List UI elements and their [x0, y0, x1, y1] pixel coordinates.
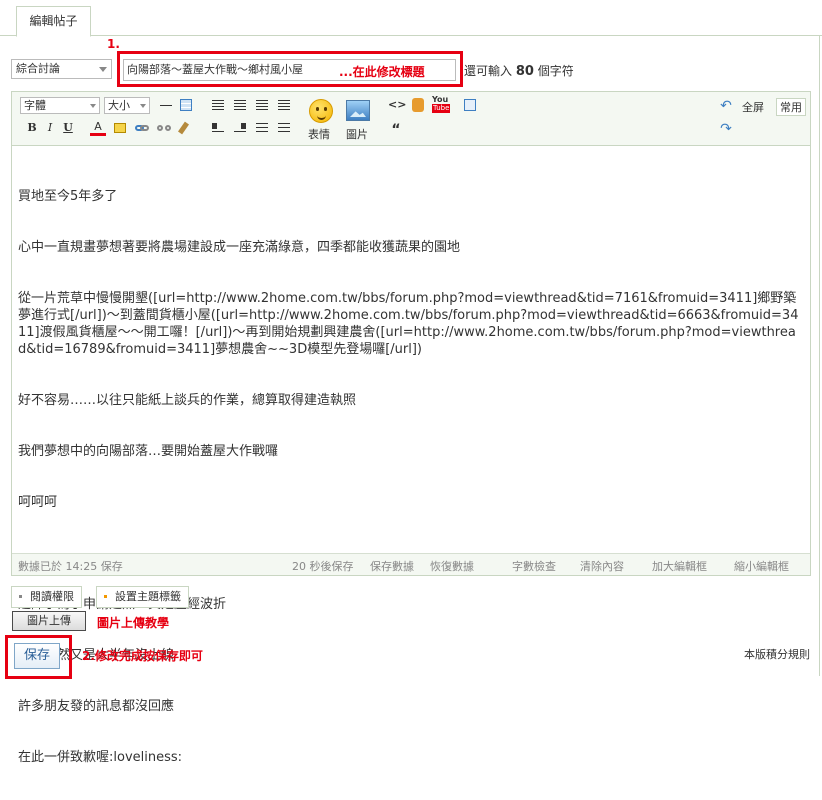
chevron-down-icon [99, 67, 107, 72]
float-right-icon[interactable] [232, 120, 248, 136]
flash-icon[interactable] [462, 97, 478, 113]
upload-tutorial-link[interactable]: 圖片上傳教學 [97, 614, 169, 631]
image-label: 圖片 [346, 128, 368, 141]
font-size-select[interactable]: 大小 [104, 97, 150, 114]
code-button[interactable]: <> [388, 97, 406, 113]
shrink-editor-link[interactable]: 縮小編輯框 [734, 558, 789, 574]
remaining-prefix: 還可輸入 [464, 64, 513, 78]
common-button[interactable]: 常用 [776, 98, 806, 116]
saved-status: 數據已於 14:25 保存 [18, 560, 123, 573]
bullet-icon [19, 595, 22, 598]
image-icon[interactable] [346, 100, 370, 121]
restore-data-link[interactable]: 恢復數據 [430, 558, 474, 574]
bullet-icon [104, 595, 107, 598]
step1-annotation: 1. [107, 37, 120, 51]
save-button[interactable]: 保存 [14, 643, 60, 669]
font-select-label: 字體 [24, 99, 46, 112]
fullscreen-button[interactable]: 全屏 [742, 99, 764, 115]
editor-toolbar: 字體 大小 B I U A 表情 圖片 <> You Tube “ ↶ 全屏 常… [12, 92, 810, 146]
content-line: 心中一直規畫夢想著要將農場建設成一座充滿綠意，四季都能收獲蔬果的園地 [18, 240, 461, 255]
category-select[interactable]: 綜合討論 [11, 59, 112, 79]
tab-bar: 編輯帖子 [0, 0, 822, 37]
enlarge-editor-link[interactable]: 加大編輯框 [652, 558, 707, 574]
remaining-count: 80 [515, 64, 534, 79]
emoji-icon[interactable] [309, 99, 333, 123]
content-line: 從一片荒草中慢慢開墾([url=http://www.2home.com.tw/… [18, 291, 799, 357]
quote-button[interactable]: “ [388, 122, 404, 138]
autosave-countdown: 20 秒後保存 [292, 560, 354, 573]
content-line: 買地至今5年多了 [18, 189, 118, 204]
align-right-icon[interactable] [254, 97, 270, 113]
content-line: 我們夢想中的向陽部落…要開始蓋屋大作戰囉 [18, 444, 279, 459]
tab-edit-post[interactable]: 編輯帖子 [16, 6, 91, 37]
youtube-icon[interactable]: You Tube [432, 95, 452, 115]
content-line: 呵呵呵 [18, 495, 58, 510]
content-line: 許多朋友發的訊息都沒回應 [18, 699, 175, 714]
horizontal-rule-icon[interactable] [158, 97, 174, 113]
remaining-suffix: 個字符 [537, 64, 574, 78]
emoji-label: 表情 [308, 128, 330, 141]
underline-button[interactable]: U [60, 120, 76, 136]
size-select-label: 大小 [108, 99, 130, 112]
set-tag-label: 設置主題標籤 [115, 590, 181, 603]
forum-rules-link[interactable]: 本版積分規則 [744, 646, 810, 662]
youtube-you: You [432, 95, 449, 104]
unordered-list-icon[interactable] [276, 120, 292, 136]
post-editor: 字體 大小 B I U A 表情 圖片 <> You Tube “ ↶ 全屏 常… [11, 91, 811, 765]
bold-button[interactable]: B [24, 120, 40, 136]
set-tag-button[interactable]: 設置主題標籤 [96, 586, 189, 608]
font-family-select[interactable]: 字體 [20, 97, 100, 114]
align-center-icon[interactable] [232, 97, 248, 113]
free-icon[interactable] [410, 97, 426, 113]
read-permission-label: 閱讀權限 [30, 590, 74, 603]
align-justify-icon[interactable] [276, 97, 292, 113]
chevron-down-icon [140, 104, 146, 108]
remaining-chars: 還可輸入 80 個字符 [464, 62, 574, 79]
editor-statusbar: 數據已於 14:25 保存 20 秒後保存 保存數據 恢復數據 字數檢查 清除內… [12, 553, 810, 575]
category-selected: 綜合討論 [16, 62, 60, 75]
ordered-list-icon[interactable] [254, 120, 270, 136]
post-content[interactable]: 買地至今5年多了 心中一直規畫夢想著要將農場建設成一座充滿綠意，四季都能收獲蔬果… [18, 154, 803, 800]
save-data-link[interactable]: 保存數據 [370, 558, 414, 574]
float-left-icon[interactable] [210, 120, 226, 136]
content-line: 在此一併致歉喔:loveliness: [18, 750, 183, 765]
read-permission-button[interactable]: 閱讀權限 [11, 586, 82, 608]
font-color-button[interactable]: A [90, 120, 106, 136]
right-border [819, 36, 820, 676]
youtube-tube: Tube [432, 104, 451, 113]
content-line: 好不容易……以往只能紙上談兵的作業，總算取得建造執照 [18, 393, 357, 408]
image-upload-button[interactable]: 圖片上傳 [12, 611, 86, 631]
word-check-link[interactable]: 字數檢查 [512, 558, 556, 574]
unlink-icon[interactable] [156, 120, 172, 136]
highlight-icon[interactable] [112, 120, 128, 136]
redo-icon[interactable]: ↷ [718, 121, 734, 137]
clear-format-icon[interactable] [178, 120, 194, 136]
clear-content-link[interactable]: 清除內容 [580, 558, 624, 574]
step2-annotation: 2.修改完成按保存即可 [82, 649, 203, 663]
link-icon[interactable] [134, 120, 150, 136]
align-left-icon[interactable] [210, 97, 226, 113]
table-icon[interactable] [178, 97, 194, 113]
edit-post-page: 編輯帖子 1. 綜合討論 向陽部落～蓋屋大作戰～鄉村風小屋 ...在此修改標題 … [0, 0, 822, 765]
title-hint-annotation: ...在此修改標題 [339, 65, 425, 79]
undo-icon[interactable]: ↶ [718, 98, 734, 114]
italic-button[interactable]: I [42, 120, 58, 136]
chevron-down-icon [90, 104, 96, 108]
